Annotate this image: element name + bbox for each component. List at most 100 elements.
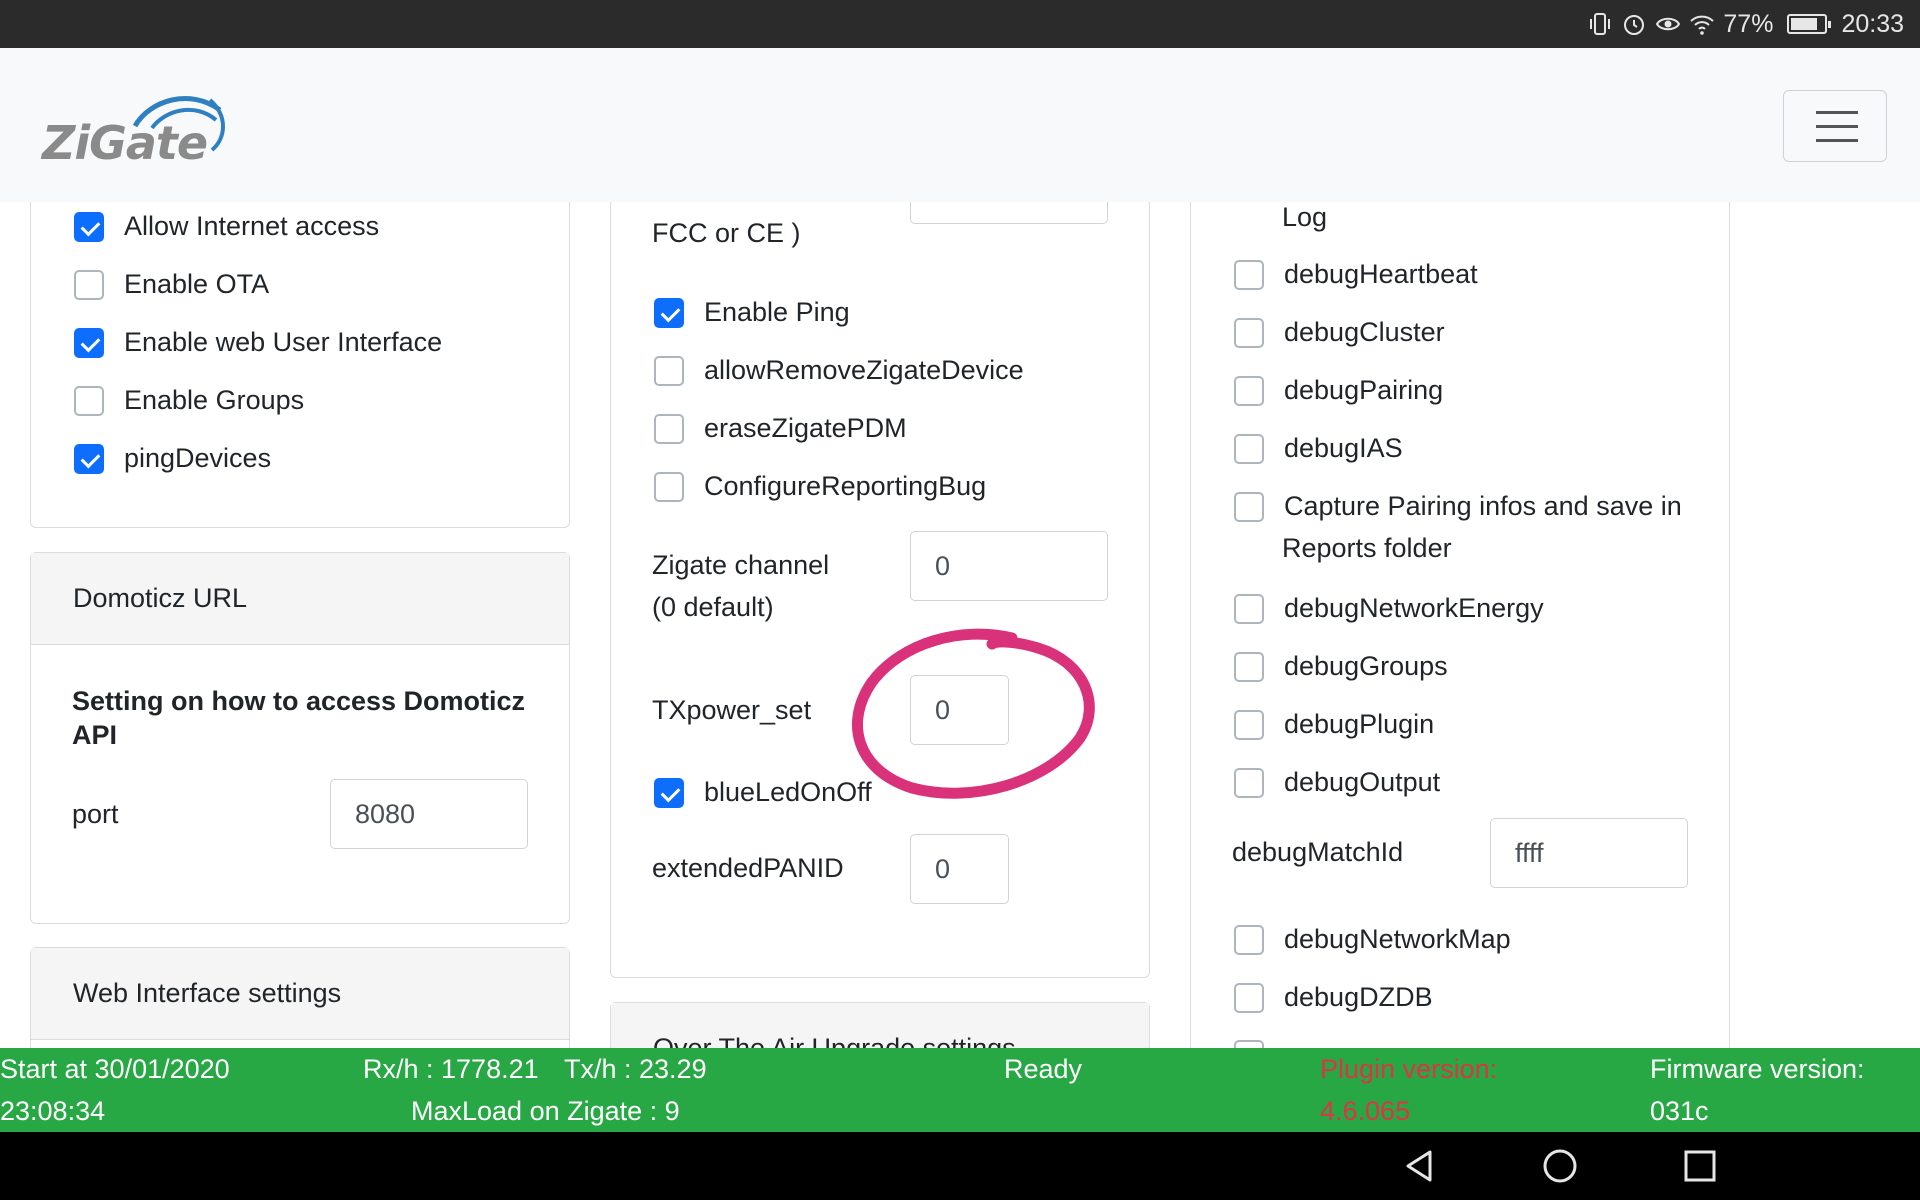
checkbox-box[interactable] [1234, 259, 1264, 290]
checkbox-box[interactable] [1234, 1040, 1264, 1048]
web-interface-card: Web Interface settings [30, 947, 570, 1048]
checkbox-box[interactable] [1234, 651, 1264, 682]
checkbox-box[interactable] [654, 413, 684, 444]
checkbox-enable-groups[interactable]: Enable Groups [74, 385, 304, 416]
rx-rate: Rx/h : 1778.21 [363, 1054, 539, 1084]
plugin-version-label: Plugin version: [1320, 1054, 1498, 1084]
menu-icon [1816, 111, 1858, 114]
panid-label: extendedPANID [652, 853, 844, 883]
checkbox-label: blueLedOnOff [704, 777, 872, 807]
checkbox-box[interactable] [1234, 767, 1264, 798]
checkbox-box[interactable] [1234, 709, 1264, 740]
checkbox-capture-pairing[interactable]: Capture Pairing infos and save in [1234, 491, 1682, 522]
ota-settings-card: Over The Air Upgrade settings [610, 1002, 1150, 1048]
checkbox-label: debugOutput [1284, 767, 1441, 797]
txpower-label: TXpower_set [652, 695, 812, 725]
checkbox-enable-ota[interactable]: Enable OTA [74, 269, 269, 300]
panid-input[interactable]: 0 [910, 834, 1009, 904]
port-label: port [72, 799, 119, 829]
checkbox-box[interactable] [1234, 924, 1264, 955]
checkbox-box[interactable] [74, 269, 104, 300]
checkbox-box[interactable] [1234, 317, 1264, 348]
checkbox-box[interactable] [1234, 593, 1264, 624]
checkbox-box[interactable] [74, 385, 104, 416]
checkbox-label: debugPlugin [1284, 709, 1435, 739]
checkbox-label: Enable Groups [124, 385, 305, 415]
checkbox-allow-internet[interactable]: Allow Internet access [74, 211, 379, 242]
checkbox-debug-partial[interactable] [1234, 1040, 1284, 1048]
menu-toggle-button[interactable] [1783, 90, 1887, 162]
checkbox-debug-cluster[interactable]: debugCluster [1234, 317, 1445, 348]
checkbox-label: Allow Internet access [124, 211, 380, 241]
checkbox-box[interactable] [654, 471, 684, 502]
clock: 20:33 [1841, 9, 1904, 38]
debug-matchid-input[interactable]: ffff [1490, 818, 1688, 888]
checkbox-debug-dzdb[interactable]: debugDZDB [1234, 982, 1433, 1013]
checkbox-label: debugGroups [1284, 651, 1448, 681]
checkbox-box[interactable] [1234, 982, 1264, 1013]
checkbox-box[interactable] [1234, 433, 1264, 464]
wifi-icon [1689, 11, 1715, 37]
recents-icon[interactable] [1680, 1146, 1720, 1186]
checkbox-ping-devices[interactable]: pingDevices [74, 443, 271, 474]
channel-input[interactable]: 0 [910, 531, 1108, 601]
system-status-bar: 77% 20:33 [0, 0, 1920, 48]
checkbox-label: Enable web User Interface [124, 327, 443, 357]
checkbox-box[interactable] [654, 297, 684, 328]
checkbox-enable-ping[interactable]: Enable Ping [654, 297, 850, 328]
checkbox-enable-web-ui[interactable]: Enable web User Interface [74, 327, 442, 358]
region-input[interactable] [910, 202, 1108, 224]
checkbox-allow-remove-device[interactable]: allowRemoveZigateDevice [654, 355, 1024, 386]
checkbox-label: debugIAS [1284, 433, 1403, 463]
top-navbar: ZiGate [0, 48, 1920, 202]
vibrate-icon [1587, 11, 1613, 37]
checkbox-box[interactable] [1234, 491, 1264, 522]
debug-matchid-label: debugMatchId [1232, 837, 1404, 867]
checkbox-label: debugNetworkEnergy [1284, 593, 1544, 623]
checkbox-box[interactable] [654, 355, 684, 386]
max-load: MaxLoad on Zigate : 9 [411, 1096, 680, 1126]
home-icon[interactable] [1540, 1146, 1580, 1186]
checkbox-debug-ias[interactable]: debugIAS [1234, 433, 1403, 464]
checkbox-debug-output[interactable]: debugOutput [1234, 767, 1440, 798]
checkbox-box[interactable] [1234, 375, 1264, 406]
checkbox-debug-plugin[interactable]: debugPlugin [1234, 709, 1434, 740]
checkbox-label: debugNetworkMap [1284, 924, 1511, 954]
start-time-line1: Start at 30/01/2020 [0, 1054, 230, 1084]
checkbox-erase-pdm[interactable]: eraseZigatePDM [654, 413, 907, 444]
zigate-logo[interactable]: ZiGate [40, 88, 230, 170]
checkbox-label: debugCluster [1284, 317, 1445, 347]
fcc-label: FCC or CE ) [652, 218, 801, 248]
general-settings-card [30, 202, 570, 528]
checkbox-configure-reporting-bug[interactable]: ConfigureReportingBug [654, 471, 986, 502]
checkbox-debug-heartbeat[interactable]: debugHeartbeat [1234, 259, 1478, 290]
checkbox-label: debugPairing [1284, 375, 1444, 405]
checkbox-label: Capture Pairing infos and save in [1284, 491, 1682, 521]
checkbox-debug-network-map[interactable]: debugNetworkMap [1234, 924, 1511, 955]
start-time-line2: 23:08:34 [0, 1096, 106, 1126]
checkbox-label: allowRemoveZigateDevice [704, 355, 1024, 385]
checkbox-box[interactable] [74, 443, 104, 474]
plugin-status-footer: Start at 30/01/2020 23:08:34 Rx/h : 1778… [0, 1048, 1920, 1132]
checkbox-label: pingDevices [124, 443, 272, 473]
checkbox-box[interactable] [74, 327, 104, 358]
port-input[interactable]: 8080 [330, 779, 528, 849]
checkbox-debug-pairing[interactable]: debugPairing [1234, 375, 1443, 406]
checkbox-box[interactable] [654, 777, 684, 808]
settings-content[interactable]: Allow Internet access Enable OTA Enable … [0, 202, 1920, 1048]
tx-rate: Tx/h : 23.29 [564, 1054, 707, 1084]
back-icon[interactable] [1400, 1146, 1440, 1186]
plugin-version-value: 4.6.065 [1320, 1096, 1411, 1126]
checkbox-blue-led[interactable]: blueLedOnOff [654, 777, 872, 808]
eye-comfort-icon [1655, 11, 1681, 37]
checkbox-debug-network-energy[interactable]: debugNetworkEnergy [1234, 593, 1544, 624]
card-header: Over The Air Upgrade settings [611, 1003, 1149, 1048]
checkbox-label: eraseZigatePDM [704, 413, 907, 443]
checkbox-label: Enable Ping [704, 297, 850, 327]
system-navigation-bar [0, 1132, 1920, 1200]
battery-icon [1787, 14, 1832, 34]
checkbox-label: Enable OTA [124, 269, 270, 299]
firmware-version-label: Firmware version: [1650, 1054, 1865, 1084]
checkbox-box[interactable] [74, 211, 104, 242]
checkbox-debug-groups[interactable]: debugGroups [1234, 651, 1448, 682]
